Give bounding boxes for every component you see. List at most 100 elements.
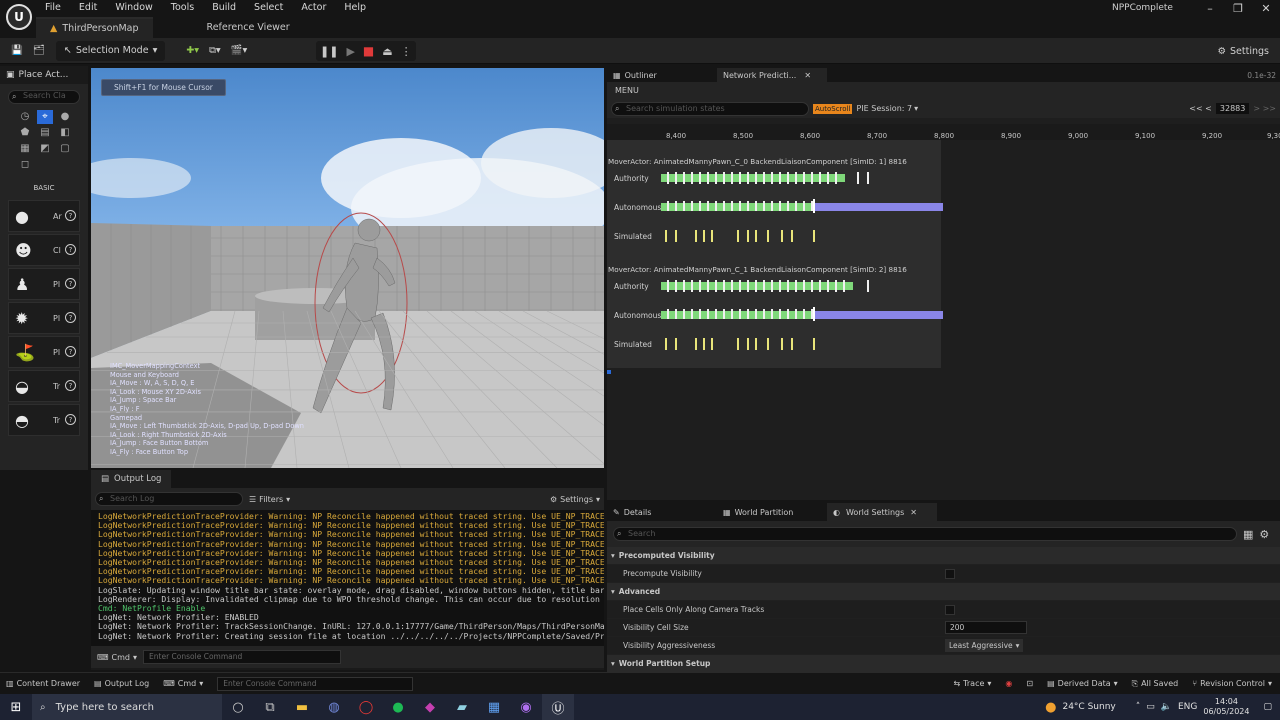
blueprint-icon[interactable]: ⧉▾ (204, 41, 226, 61)
filters-button[interactable]: ☰ Filters ▾ (249, 495, 290, 504)
spotify-icon[interactable]: ● (382, 694, 414, 720)
npi-menu[interactable]: MENU (607, 82, 1280, 99)
language-indicator[interactable]: ENG (1178, 702, 1197, 712)
chevron-up-icon[interactable]: ˄ (1136, 702, 1141, 712)
unreal-logo-icon[interactable]: U (6, 4, 32, 30)
unreal-taskbar-icon[interactable]: Ⓤ (542, 694, 574, 720)
place-actor-item[interactable]: ♟ Pl? (8, 268, 80, 300)
geometry-icon[interactable]: ▢ (57, 142, 73, 156)
close-icon[interactable]: ✕ (804, 71, 811, 80)
maximize-icon[interactable]: ❐ (1224, 2, 1252, 15)
place-actor-item[interactable]: ✹ Pl? (8, 302, 80, 334)
frame-nav-forward[interactable]: > >> (1253, 104, 1276, 113)
place-actors-tab[interactable]: ▣ Place Act... (0, 66, 88, 84)
notes-icon[interactable]: ▰ (446, 694, 478, 720)
weather-text[interactable]: 24°C Sunny (1062, 702, 1115, 712)
tab-world-settings[interactable]: ◐ World Settings ✕ (827, 503, 937, 521)
expand-arrow-icon[interactable]: ▾ (611, 587, 615, 596)
help-icon[interactable]: ? (65, 312, 76, 323)
tab-network-prediction[interactable]: Network Predicti... ✕ (717, 68, 827, 82)
derived-data-dropdown[interactable]: ▤ Derived Data ▾ (1047, 679, 1118, 688)
autoscroll-toggle[interactable]: AutoScroll (813, 103, 853, 114)
clock[interactable]: 14:04 06/05/2024 (1203, 697, 1249, 717)
cinematics-icon[interactable]: 🎬▾ (226, 41, 253, 61)
tab-reference-viewer[interactable]: Reference Viewer (193, 17, 304, 38)
notifications-icon[interactable]: ▢ (1263, 702, 1272, 712)
tab-thirdpersonmap[interactable]: ▲ ThirdPersonMap (36, 17, 153, 38)
tab-outliner[interactable]: ▦ Outliner (607, 68, 717, 82)
place-actor-item[interactable]: ◒ Tr? (8, 370, 80, 402)
menu-tools[interactable]: Tools (162, 0, 203, 16)
calendar-icon[interactable]: ▦ (478, 694, 510, 720)
help-icon[interactable]: ? (65, 346, 76, 357)
session-dropdown[interactable]: PIE Session: 7 ▾ (856, 104, 918, 113)
help-icon[interactable]: ? (65, 380, 76, 391)
details-search-input[interactable]: ⌕ Search (613, 527, 1237, 541)
network-icon[interactable]: ▭ (1146, 702, 1155, 712)
property-checkbox[interactable] (945, 604, 955, 615)
task-view-icon[interactable]: ○ (222, 694, 254, 720)
place-actor-item[interactable]: ⛳ Pl? (8, 336, 80, 368)
file-explorer-icon[interactable]: ▬ (286, 694, 318, 720)
menu-actor[interactable]: Actor (292, 0, 335, 16)
property-row[interactable]: ▾ World Partition Setup (607, 655, 1280, 673)
content-drawer-button[interactable]: ▥ Content Drawer (6, 679, 80, 688)
tab-details[interactable]: ✎ Details (607, 503, 717, 521)
simulation-timeline[interactable]: 8,400 8,500 8,600 8,700 8,800 8,900 9,000 9,100… (607, 124, 1280, 374)
shapes-icon[interactable]: ⬟ (17, 126, 33, 140)
github-icon[interactable]: ◉ (510, 694, 542, 720)
screenshot-icon[interactable]: ⊡ (1026, 679, 1033, 688)
sim-search-input[interactable]: ⌕ Search simulation states (611, 101, 809, 116)
property-row[interactable]: ▾ Advanced (607, 583, 1280, 601)
recent-icon[interactable]: ◷ (17, 110, 33, 124)
cmd-dropdown[interactable]: ⌨ Cmd ▾ (97, 653, 137, 662)
output-log-tab[interactable]: ▤ Output Log (91, 470, 172, 488)
property-checkbox[interactable] (945, 568, 955, 579)
misc-icon[interactable]: ◻ (17, 158, 33, 172)
frame-input[interactable]: 32883 (1215, 103, 1250, 114)
place-actors-search[interactable]: ⌕ Search Cla (8, 90, 80, 104)
expand-arrow-icon[interactable]: ▾ (611, 551, 615, 560)
property-row[interactable]: ▾ Precomputed Visibility (607, 547, 1280, 565)
gear-icon[interactable]: ⚙ (1259, 528, 1269, 541)
minimize-icon[interactable]: – (1196, 2, 1224, 15)
authority-bar[interactable] (661, 282, 853, 290)
windows-start-icon[interactable]: ⊞ (0, 694, 32, 720)
app-icon[interactable]: ◆ (414, 694, 446, 720)
lights-icon[interactable]: ● (57, 110, 73, 124)
property-dropdown[interactable]: Least Aggressive ▾ (945, 639, 1024, 652)
status-cmd-dropdown[interactable]: ⌨ Cmd ▾ (163, 679, 203, 688)
menu-window[interactable]: Window (106, 0, 161, 16)
add-actor-icon[interactable]: ✚▾ (181, 41, 204, 61)
menu-edit[interactable]: Edit (70, 0, 106, 16)
log-settings-button[interactable]: ⚙ Settings ▾ (550, 495, 600, 504)
property-value-input[interactable]: 200 (945, 621, 1027, 634)
more-options-icon[interactable]: ⋮ (401, 45, 412, 58)
predicted-bar[interactable] (813, 203, 943, 211)
menu-file[interactable]: File (36, 0, 70, 16)
help-icon[interactable]: ? (65, 244, 76, 255)
table-view-icon[interactable]: ▦ (1243, 528, 1253, 541)
log-lines[interactable]: LogNetworkPredictionTraceProvider: Warni… (91, 510, 604, 646)
authority-bar[interactable] (661, 174, 845, 182)
place-actor-item[interactable]: ☻ Cl? (8, 234, 80, 266)
all-classes-icon[interactable]: ◩ (37, 142, 53, 156)
widgets-icon[interactable]: ⧉ (254, 694, 286, 720)
predicted-bar[interactable] (813, 311, 943, 319)
basic-icon[interactable]: ⌖ (37, 110, 53, 124)
log-search-input[interactable]: ⌕ Search Log (95, 492, 243, 506)
step-icon[interactable]: ▶ (346, 45, 354, 58)
volume-icon[interactable]: 🔈 (1161, 702, 1172, 712)
help-icon[interactable]: ? (65, 414, 76, 425)
save-icon[interactable]: 💾 (6, 41, 28, 61)
close-icon[interactable]: ✕ (910, 508, 917, 517)
taskbar-search[interactable]: ⌕ Type here to search (32, 694, 222, 720)
level-viewport[interactable]: Shift+F1 for Mouse Cursor IMC_MoverMappi… (91, 68, 604, 468)
all-saved-button[interactable]: ⎘ All Saved (1132, 679, 1179, 689)
tab-world-partition[interactable]: ▦ World Partition (717, 503, 827, 521)
close-icon[interactable]: ✕ (1252, 2, 1280, 15)
place-actor-item[interactable]: ◓ Tr? (8, 404, 80, 436)
visual-effects-icon[interactable]: ◧ (57, 126, 73, 140)
menu-select[interactable]: Select (245, 0, 292, 16)
status-console-input[interactable]: Enter Console Command (217, 676, 414, 691)
